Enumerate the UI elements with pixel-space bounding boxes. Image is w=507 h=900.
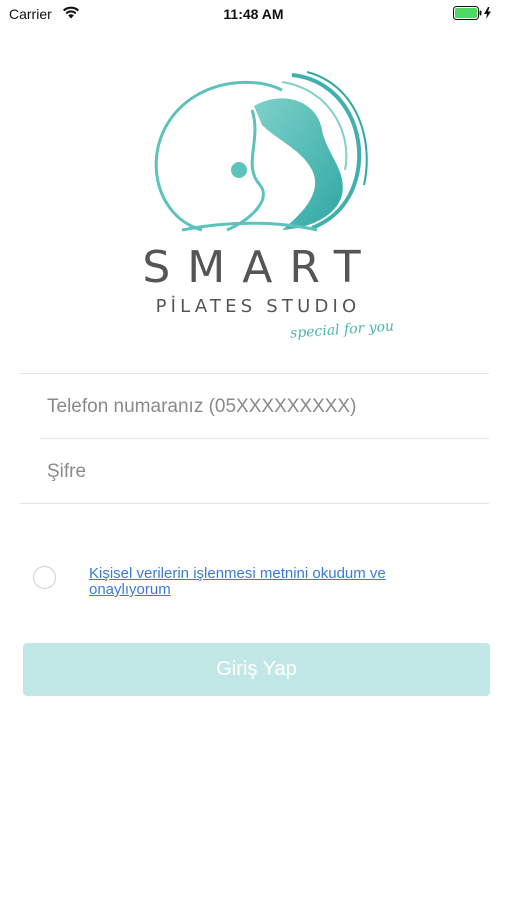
- field-divider: [40, 438, 489, 439]
- form-top-divider: [20, 373, 489, 374]
- form-bottom-divider: [20, 503, 489, 504]
- logo-tagline: special for you: [289, 318, 395, 342]
- logo-subtitle: PİLATES STUDIO: [155, 296, 361, 317]
- login-button[interactable]: Giriş Yap: [23, 643, 490, 696]
- pilates-figure-logo-graphic: [154, 71, 368, 232]
- status-time: 11:48 AM: [223, 6, 284, 22]
- phone-input[interactable]: [47, 387, 477, 427]
- logo-title: SMART: [142, 242, 378, 293]
- password-input[interactable]: [47, 452, 477, 492]
- status-bar: Carrier 11:48 AM: [0, 0, 507, 28]
- consent-terms-link[interactable]: Kişisel verilerin işlenmesi metnini okud…: [89, 566, 429, 598]
- consent-row: Kişisel verilerin işlenmesi metnini okud…: [33, 566, 473, 602]
- battery-charging-icon: [453, 6, 491, 20]
- consent-radio[interactable]: [33, 566, 56, 589]
- smart-pilates-logo: SMART PİLATES STUDIO special for you: [128, 70, 408, 355]
